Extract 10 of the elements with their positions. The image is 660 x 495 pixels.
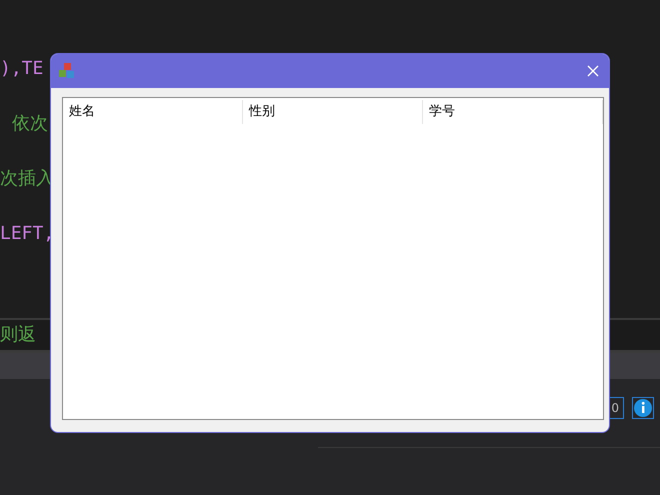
code-line: LEFT, <box>0 223 54 244</box>
column-header[interactable]: 性别 <box>243 100 423 124</box>
info-icon[interactable] <box>632 397 654 419</box>
blocks-icon <box>58 62 76 80</box>
column-header[interactable]: 学号 <box>423 100 603 124</box>
close-icon[interactable] <box>587 65 599 77</box>
column-header[interactable]: 姓名 <box>63 100 243 124</box>
code-line: 依次 <box>12 113 48 134</box>
code-line: 则返 <box>0 323 36 347</box>
code-line: ),TE <box>0 58 44 79</box>
